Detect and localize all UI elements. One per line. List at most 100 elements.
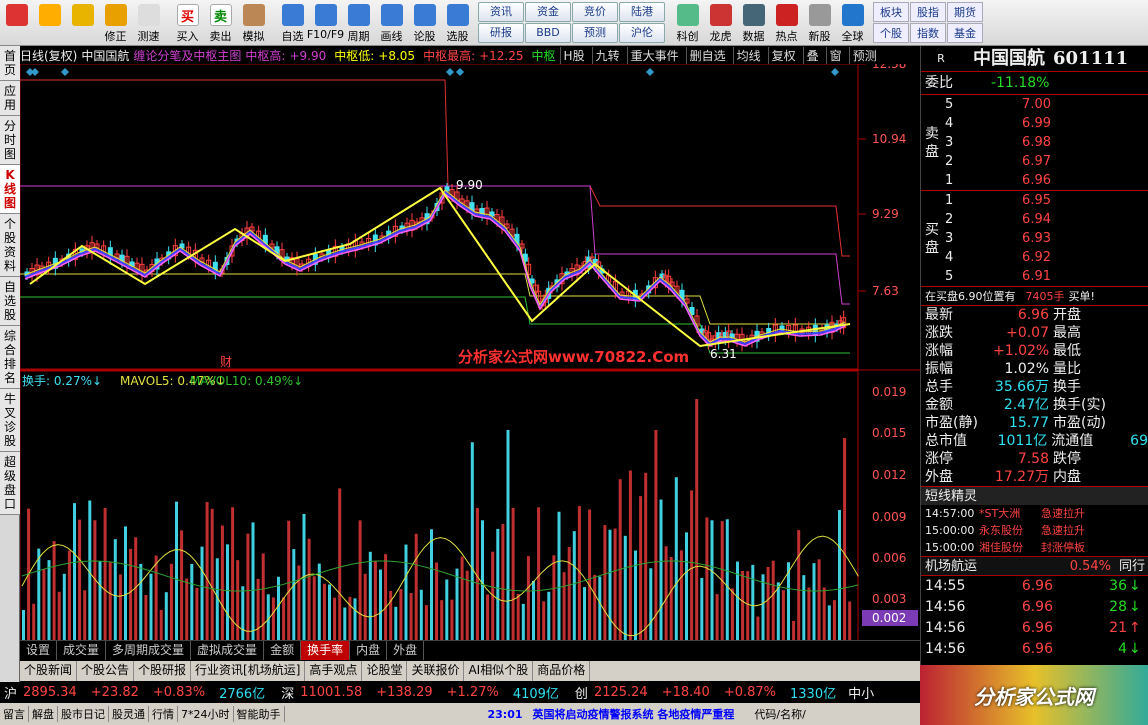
kline-chart-canvas[interactable]: 12.5810.949.297.630.0190.0150.0120.0090.… (20, 46, 920, 640)
market-button[interactable]: 指数 (910, 23, 946, 43)
status-item[interactable]: 解盘 (29, 706, 58, 722)
toolbar-button-6[interactable]: 卖卖出 (204, 2, 237, 44)
book-level[interactable]: 3 6.98 (921, 133, 1148, 152)
indicator-tab[interactable]: 成交量 (57, 641, 107, 660)
info-button[interactable]: 陆港 (619, 2, 665, 22)
toolbar-mid-button[interactable]: 全球 (836, 2, 869, 44)
chart-toolbar-button[interactable]: 叠 (802, 46, 822, 64)
toolbar-button-5[interactable]: 买买入 (171, 2, 204, 44)
news-tab[interactable]: 论股堂 (362, 661, 408, 681)
sector-name[interactable]: 机场航运 (921, 557, 1031, 575)
news-tab[interactable]: 个股研报 (134, 661, 192, 681)
news-tab[interactable]: 商品价格 (533, 661, 591, 681)
period-label[interactable]: 日线(复权) (20, 47, 77, 64)
toolbar-mid-button[interactable]: 热点 (770, 2, 803, 44)
chart-toolbar-button[interactable]: 删自选 (685, 46, 729, 64)
sprite-title[interactable]: 短线精灵 (921, 487, 977, 505)
index-name[interactable]: 创 (575, 683, 588, 702)
news-tab[interactable]: 行业资讯[机场航运] (191, 661, 306, 681)
book-level[interactable]: 2 6.94 (921, 210, 1148, 229)
book-level[interactable]: 3 6.93 (921, 229, 1148, 248)
status-item[interactable]: 7*24小时 (178, 706, 234, 722)
status-item[interactable]: 股灵通 (109, 706, 149, 722)
toolbar-button-13[interactable]: 选股 (441, 2, 474, 44)
status-item[interactable]: 留言 (0, 706, 29, 722)
left-tab[interactable]: 应用 (0, 81, 20, 116)
toolbar-button-4[interactable]: 测速 (132, 2, 165, 44)
market-button[interactable]: 个股 (873, 23, 909, 43)
indicator-tab[interactable]: 金额 (264, 641, 302, 660)
toolbar-mid-button[interactable]: 科创 (671, 2, 704, 44)
book-level[interactable]: 5 6.91 (921, 267, 1148, 286)
info-button[interactable]: 竞价 (572, 2, 618, 22)
indicator-tab[interactable]: 外盘 (387, 641, 425, 660)
toolbar-button-8[interactable]: 自选 (276, 2, 309, 44)
sprite-row[interactable]: 14:57:00 *ST大洲 急速拉升 (921, 505, 1148, 522)
news-tab[interactable]: AI相似个股 (464, 661, 534, 681)
book-level[interactable]: 2 6.97 (921, 152, 1148, 171)
chart-toolbar-button[interactable]: 均线 (732, 46, 764, 64)
status-item[interactable]: 股市日记 (58, 706, 109, 722)
book-level[interactable]: 4 6.92 (921, 248, 1148, 267)
ticker-text[interactable]: 英国将启动疫情警报系统 各地疫情严重程 (530, 706, 738, 722)
book-level[interactable]: 1 6.95 (921, 191, 1148, 210)
toolbar-button-1[interactable] (33, 2, 66, 44)
toolbar-button-3[interactable]: 修正 (99, 2, 132, 44)
left-tab[interactable]: 个股资料 (0, 214, 20, 277)
toolbar-button-9[interactable]: F10/F9 (307, 2, 344, 44)
market-button[interactable]: 股指 (910, 2, 946, 22)
info-button[interactable]: 研报 (478, 23, 524, 43)
left-tab[interactable]: K线图 (0, 165, 20, 214)
indicator-tab[interactable]: 多周期成交量 (106, 641, 192, 660)
toolbar-mid-button[interactable]: 新股 (803, 2, 836, 44)
indicator-tab[interactable]: 设置 (20, 641, 58, 660)
toolbar-button-12[interactable]: 论股 (408, 2, 441, 44)
news-tab[interactable]: 关联报价 (407, 661, 465, 681)
toolbar-button-11[interactable]: 画线 (375, 2, 408, 44)
book-level[interactable]: 5 7.00 (921, 95, 1148, 114)
status-item[interactable]: 智能助手 (234, 706, 285, 722)
news-tab[interactable]: 高手观点 (305, 661, 363, 681)
chart-toolbar-button[interactable]: 复权 (767, 46, 799, 64)
market-button[interactable]: 基金 (947, 23, 983, 43)
chart-toolbar-button[interactable]: 预测 (848, 46, 880, 64)
left-tab[interactable]: 综合排名 (0, 326, 20, 389)
index-name[interactable]: 深 (281, 683, 294, 702)
index-name[interactable]: 沪 (4, 683, 17, 702)
toolbar-button-0[interactable] (0, 2, 33, 44)
status-item[interactable]: 行情 (149, 706, 178, 722)
left-tab[interactable]: 牛叉诊股 (0, 389, 20, 452)
toolbar-button-7[interactable]: 模拟 (237, 2, 270, 44)
indicator-tab[interactable]: 换手率 (301, 641, 351, 660)
left-tab[interactable]: 自选股 (0, 277, 20, 326)
toolbar-button-10[interactable]: 周期 (342, 2, 375, 44)
kline-chart-area[interactable]: 日线(复权) 中国国航 缠论分笔及中枢主图 中枢高: +9.90 中枢低: +8.0… (20, 46, 920, 640)
news-tab[interactable]: 个股公告 (77, 661, 135, 681)
sprite-row[interactable]: 15:00:00 永东股份 急速拉升 (921, 522, 1148, 539)
code-search-label[interactable]: 代码/名称/ (751, 706, 808, 722)
toolbar-mid-button[interactable]: 龙虎 (704, 2, 737, 44)
book-level[interactable]: 4 6.99 (921, 114, 1148, 133)
left-tab[interactable]: 首页 (0, 46, 20, 81)
info-button[interactable]: 预测 (572, 23, 618, 43)
left-tab[interactable]: 超级盘口 (0, 452, 20, 515)
indicator-name[interactable]: 缠论分笔及中枢主图 (133, 47, 241, 64)
market-button[interactable]: 板块 (873, 2, 909, 22)
chart-toolbar-button[interactable]: H股 (559, 46, 588, 64)
indicator-tab[interactable]: 内盘 (350, 641, 388, 660)
book-level[interactable]: 1 6.96 (921, 171, 1148, 190)
market-button[interactable]: 期货 (947, 2, 983, 22)
info-button[interactable]: 沪伦 (619, 23, 665, 43)
info-button[interactable]: 资金 (525, 2, 571, 22)
toolbar-button-2[interactable] (66, 2, 99, 44)
chart-toolbar-button[interactable]: 窗 (825, 46, 845, 64)
news-tab[interactable]: 个股新闻 (20, 661, 78, 681)
chart-toolbar-button[interactable]: 九转 (591, 46, 623, 64)
sprite-row[interactable]: 15:00:00 湘佳股份 封涨停板 (921, 539, 1148, 556)
info-button[interactable]: BBD (525, 23, 571, 43)
indicator-tab[interactable]: 虚拟成交量 (191, 641, 265, 660)
left-tab[interactable]: 分时图 (0, 116, 20, 165)
info-button[interactable]: 资讯 (478, 2, 524, 22)
chart-toolbar-button[interactable]: 重大事件 (626, 46, 682, 64)
toolbar-mid-button[interactable]: 数据 (737, 2, 770, 44)
